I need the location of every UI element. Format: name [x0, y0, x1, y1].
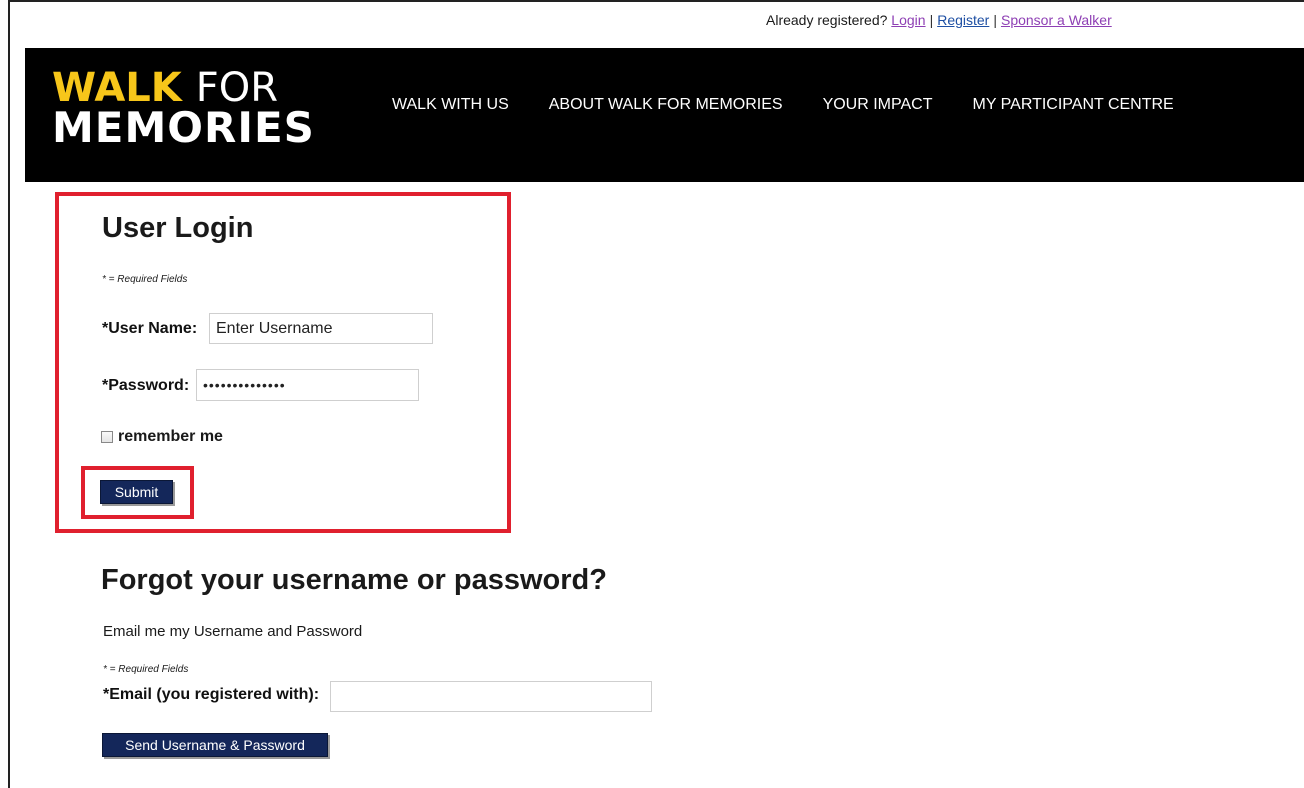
- register-link[interactable]: Register: [937, 12, 989, 28]
- main-nav: WALK WITH US ABOUT WALK FOR MEMORIES YOU…: [392, 96, 1174, 114]
- user-login-heading: User Login: [102, 212, 254, 244]
- required-fields-note: * = Required Fields: [102, 274, 188, 285]
- logo-memories-text: MEMORIES: [52, 103, 315, 152]
- email-label: *Email (you registered with):: [103, 686, 320, 703]
- required-fields-note-forgot: * = Required Fields: [103, 664, 189, 675]
- login-link[interactable]: Login: [891, 12, 925, 28]
- remember-me-label[interactable]: remember me: [118, 428, 223, 446]
- separator: |: [993, 12, 997, 28]
- forgot-description: Email me my Username and Password: [103, 623, 363, 640]
- password-input[interactable]: ••••••••••••••: [196, 369, 419, 401]
- email-input[interactable]: [330, 681, 652, 712]
- send-username-password-button[interactable]: Send Username & Password: [102, 733, 328, 757]
- remember-me-row: remember me: [101, 428, 223, 446]
- nav-about-walk-for-memories[interactable]: ABOUT WALK FOR MEMORIES: [549, 96, 783, 114]
- password-label: *Password:: [102, 377, 190, 394]
- site-header: WALK FOR MEMORIES WALK WITH US ABOUT WAL…: [25, 48, 1304, 182]
- nav-my-participant-centre[interactable]: MY PARTICIPANT CENTRE: [973, 96, 1174, 114]
- already-registered-text: Already registered?: [766, 12, 888, 28]
- utility-bar: Already registered? Login | Register | Spons…: [766, 12, 1112, 28]
- nav-walk-with-us[interactable]: WALK WITH US: [392, 96, 509, 114]
- separator: |: [929, 12, 934, 28]
- forgot-heading: Forgot your username or password?: [101, 564, 607, 596]
- nav-your-impact[interactable]: YOUR IMPACT: [823, 96, 933, 114]
- username-label: *User Name:: [102, 320, 198, 337]
- sponsor-walker-link[interactable]: Sponsor a Walker: [1001, 12, 1112, 28]
- username-input[interactable]: Enter Username: [209, 313, 433, 344]
- submit-button[interactable]: Submit: [100, 480, 173, 504]
- walk-for-memories-logo[interactable]: WALK FOR MEMORIES: [52, 68, 315, 152]
- remember-me-checkbox[interactable]: [101, 431, 113, 443]
